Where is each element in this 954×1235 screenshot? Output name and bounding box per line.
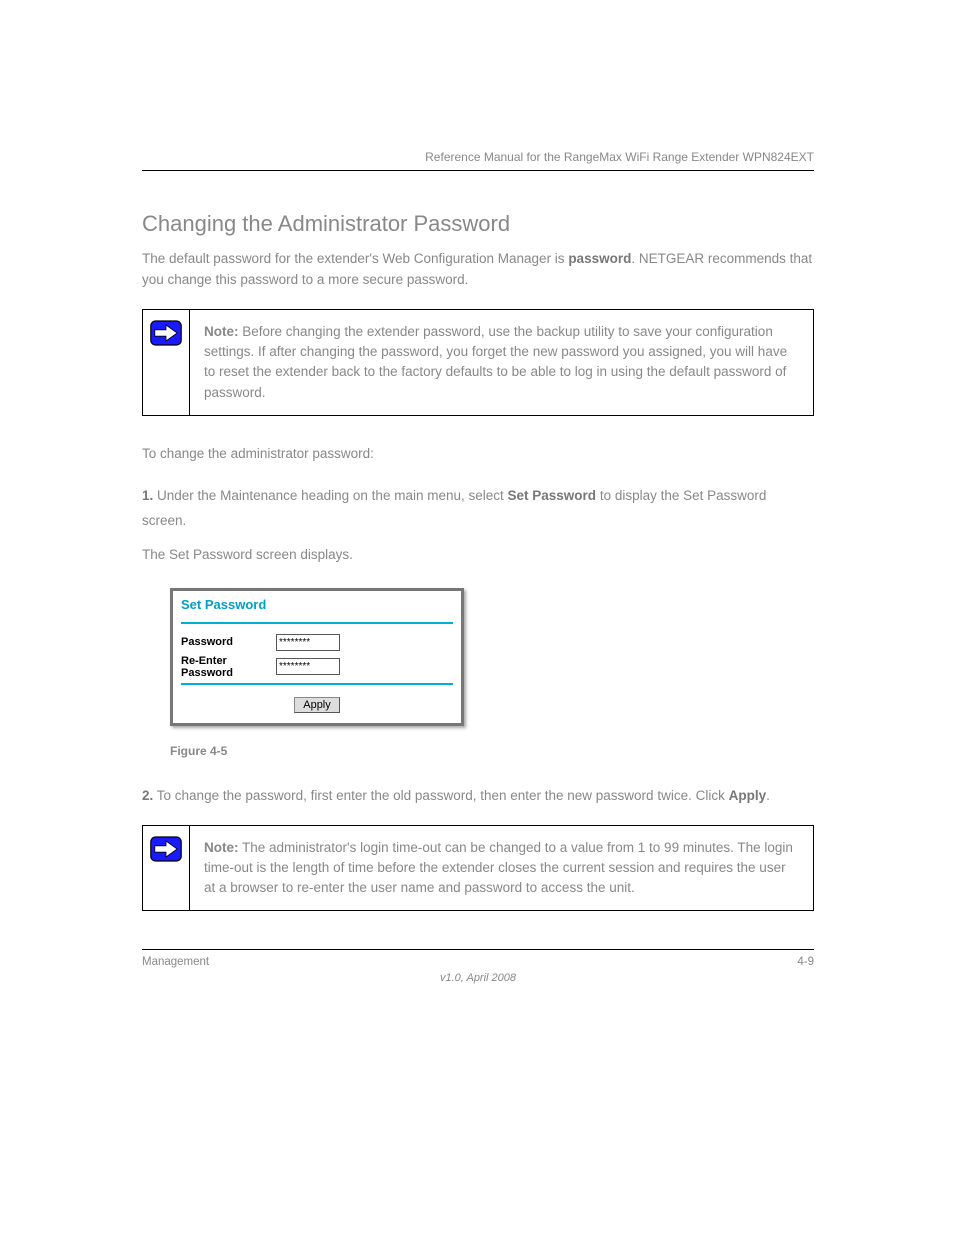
- reenter-password-input[interactable]: [276, 658, 340, 675]
- note-text-2: Note: The administrator's login time-out…: [190, 826, 813, 911]
- panel-title: Set Password: [181, 597, 453, 612]
- note-body-1: Before changing the extender password, u…: [204, 324, 787, 400]
- note-label-1: Note:: [204, 324, 239, 339]
- step-1-text-a: Under the Maintenance heading on the mai…: [157, 488, 507, 503]
- step-2: 2. To change the password, first enter t…: [142, 786, 814, 807]
- step-1-sub: The Set Password screen displays.: [142, 542, 814, 568]
- reenter-row: Re-Enter Password: [181, 655, 453, 679]
- arrow-right-icon: [150, 836, 182, 862]
- note-text-1: Note: Before changing the extender passw…: [190, 310, 813, 415]
- note-icon-cell-2: [143, 826, 190, 911]
- arrow-right-icon: [150, 320, 182, 346]
- step-1: 1. Under the Maintenance heading on the …: [142, 483, 814, 568]
- set-password-panel: Set Password Password Re-Enter Password …: [170, 588, 464, 726]
- step-2-text-a: To change the password, first enter the …: [157, 788, 729, 803]
- reenter-label: Re-Enter Password: [181, 655, 276, 679]
- step-2-text-b: .: [766, 788, 770, 803]
- intro-text-1: The default password for the extender's …: [142, 251, 568, 266]
- default-password-value: password: [568, 251, 631, 266]
- note-body-2: The administrator's login time-out can b…: [204, 840, 793, 896]
- figure-caption: Figure 4-5: [170, 744, 814, 758]
- section-heading: Changing the Administrator Password: [142, 211, 814, 237]
- note-label-2: Note:: [204, 840, 239, 855]
- password-row: Password: [181, 634, 453, 651]
- steps-intro: To change the administrator password:: [142, 444, 814, 465]
- running-header: Reference Manual for the RangeMax WiFi R…: [142, 150, 814, 171]
- note-box-2: Note: The administrator's login time-out…: [142, 825, 814, 912]
- intro-paragraph: The default password for the extender's …: [142, 249, 814, 291]
- password-label: Password: [181, 636, 276, 648]
- panel-divider-bottom: [181, 683, 453, 685]
- step-1-number: 1.: [142, 488, 153, 503]
- page-footer: Management 4-9: [142, 949, 814, 968]
- note-box-1: Note: Before changing the extender passw…: [142, 309, 814, 416]
- footer-right: 4-9: [797, 956, 814, 968]
- password-input[interactable]: [276, 634, 340, 651]
- step-2-number: 2.: [142, 788, 153, 803]
- note-icon-cell: [143, 310, 190, 415]
- footer-left: Management: [142, 956, 209, 968]
- step-1-bold: Set Password: [508, 488, 597, 503]
- panel-divider-top: [181, 622, 453, 624]
- footer-version: v1.0, April 2008: [142, 972, 814, 984]
- step-2-bold: Apply: [729, 788, 767, 803]
- apply-button[interactable]: Apply: [294, 697, 340, 713]
